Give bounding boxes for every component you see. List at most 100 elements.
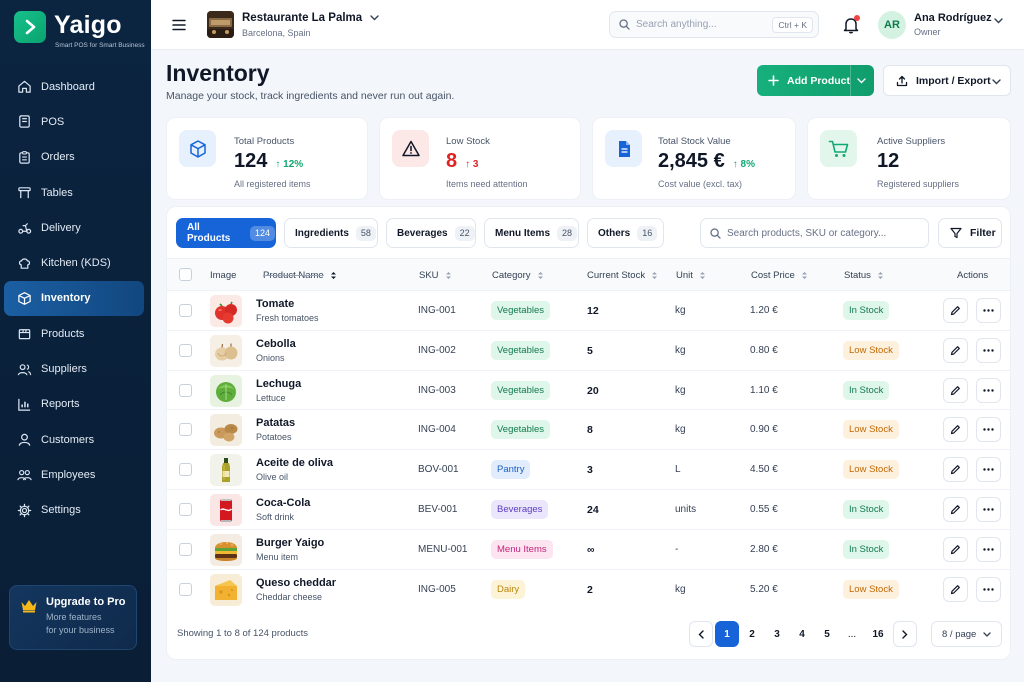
table-row[interactable]: Burger Yaigo Menu item MENU-001 Menu Ite… [167, 530, 1010, 570]
avatar[interactable]: AR [878, 11, 906, 39]
tab-others[interactable]: Others 16 [587, 218, 664, 248]
col-status[interactable]: Status [844, 270, 884, 281]
stat-note: Registered suppliers [877, 179, 960, 189]
tab-all-products[interactable]: All Products 124 [176, 218, 276, 248]
page-button-2[interactable]: 2 [740, 621, 764, 647]
page-subtitle: Manage your stock, track ingredients and… [166, 90, 455, 102]
page-button-4[interactable]: 4 [790, 621, 814, 647]
filter-button[interactable]: Filter [938, 218, 1002, 248]
select-all-checkbox[interactable] [179, 268, 192, 281]
table-row[interactable]: Tomate Fresh tomatoes ING-001 Vegetables… [167, 291, 1010, 331]
page-button-3[interactable]: 3 [765, 621, 789, 647]
edit-button[interactable] [943, 497, 968, 522]
more-button[interactable] [976, 298, 1001, 323]
edit-button[interactable] [943, 377, 968, 403]
edit-button[interactable] [943, 457, 968, 483]
add-product-label: Add Product [787, 74, 850, 87]
brand[interactable]: Yaigo Smart POS for Smart Business [14, 11, 145, 49]
col-cost-price[interactable]: Cost Price [751, 270, 808, 281]
more-button[interactable] [976, 536, 1001, 562]
restaurant-thumbnail [207, 11, 234, 38]
notification-dot [854, 15, 860, 21]
edit-button[interactable] [943, 576, 968, 602]
row-checkbox[interactable] [179, 542, 192, 556]
cost-price: 0.90 € [750, 424, 778, 436]
col-product-name[interactable]: Product Name [263, 270, 337, 281]
more-button[interactable] [976, 457, 1001, 483]
notifications-button[interactable] [840, 14, 862, 36]
home-icon [18, 80, 31, 93]
sidebar-item-kitchen[interactable]: Kitchen (KDS) [4, 245, 144, 280]
page-button-16[interactable]: 16 [866, 621, 890, 647]
tab-menu-items[interactable]: Menu Items 28 [484, 218, 579, 248]
sidebar-item-reports[interactable]: Reports [4, 387, 144, 422]
more-button[interactable] [976, 497, 1001, 522]
sidebar-item-tables[interactable]: Tables [4, 175, 144, 210]
more-button[interactable] [976, 337, 1001, 363]
edit-button[interactable] [943, 337, 968, 363]
add-product-button[interactable]: Add Product [757, 65, 874, 96]
current-stock: ∞ [587, 543, 595, 556]
page-button-5[interactable]: 5 [815, 621, 839, 647]
stat-value: 12 [877, 150, 899, 173]
chevron-down-icon[interactable] [994, 18, 1003, 24]
col-category[interactable]: Category [492, 270, 544, 281]
restaurant-selector[interactable]: Restaurante La Palma [242, 12, 379, 24]
sidebar-item-label: Kitchen (KDS) [41, 257, 111, 270]
global-search[interactable]: Ctrl + K [609, 11, 819, 38]
edit-button[interactable] [943, 417, 968, 443]
upgrade-card[interactable]: Upgrade to Pro More features for your bu… [9, 585, 137, 650]
chevron-down-icon[interactable] [857, 78, 866, 84]
sidebar-item-dashboard[interactable]: Dashboard [4, 69, 144, 104]
table-row[interactable]: Patatas Potatoes ING-004 Vegetables 8 kg… [167, 410, 1010, 451]
more-button[interactable] [976, 417, 1001, 443]
table-row[interactable]: Coca-Cola Soft drink BEV-001 Beverages 2… [167, 490, 1010, 530]
tab-ingredients[interactable]: Ingredients 58 [284, 218, 378, 248]
pagination-prev-button[interactable] [689, 621, 713, 647]
col-unit[interactable]: Unit [676, 270, 706, 281]
cost-price: 5.20 € [750, 583, 778, 595]
upgrade-title: Upgrade to Pro [46, 596, 126, 608]
sidebar-item-pos[interactable]: POS [4, 104, 144, 139]
global-search-input[interactable] [636, 19, 776, 30]
sidebar-item-employees[interactable]: Employees [4, 457, 144, 492]
menu-toggle-button[interactable] [165, 11, 193, 39]
col-current-stock[interactable]: Current Stock [587, 270, 658, 281]
col-sku[interactable]: SKU [419, 270, 452, 281]
table-row[interactable]: Queso cheddar Cheddar cheese ING-005 Dai… [167, 570, 1010, 610]
sidebar-item-label: Orders [41, 151, 75, 164]
table-row[interactable]: Cebolla Onions ING-002 Vegetables 5 kg 0… [167, 331, 1010, 371]
page-button-1[interactable]: 1 [715, 621, 739, 647]
import-export-label: Import / Export [916, 74, 991, 87]
table-search[interactable] [700, 218, 929, 248]
sidebar-item-orders[interactable]: Orders [4, 140, 144, 175]
tab-beverages[interactable]: Beverages 22 [386, 218, 476, 248]
stat-note: Items need attention [446, 179, 528, 189]
row-checkbox[interactable] [179, 463, 192, 477]
sidebar-item-settings[interactable]: Settings [4, 493, 144, 528]
sidebar-item-products[interactable]: Products [4, 316, 144, 351]
table-row[interactable]: Aceite de oliva Olive oil BOV-001 Pantry… [167, 450, 1010, 490]
pagination-next-button[interactable] [893, 621, 917, 647]
row-checkbox[interactable] [179, 423, 192, 437]
row-checkbox[interactable] [179, 343, 192, 357]
more-button[interactable] [976, 576, 1001, 602]
sidebar-item-customers[interactable]: Customers [4, 422, 144, 457]
row-checkbox[interactable] [179, 582, 192, 596]
table-row[interactable]: Lechuga Lettuce ING-003 Vegetables 20 kg… [167, 371, 1010, 411]
edit-button[interactable] [943, 298, 968, 323]
row-checkbox[interactable] [179, 304, 192, 317]
sidebar-item-inventory[interactable]: Inventory [4, 280, 144, 317]
row-checkbox[interactable] [179, 383, 192, 397]
more-button[interactable] [976, 377, 1001, 403]
import-export-button[interactable]: Import / Export [883, 65, 1011, 96]
warning-icon [392, 130, 429, 167]
row-checkbox[interactable] [179, 503, 192, 516]
sidebar-item-delivery[interactable]: Delivery [4, 210, 144, 245]
sidebar-item-suppliers[interactable]: Suppliers [4, 351, 144, 386]
user-name[interactable]: Ana Rodríguez [914, 12, 992, 24]
stat-label: Active Suppliers [877, 136, 946, 147]
table-search-input[interactable] [727, 227, 917, 239]
edit-button[interactable] [943, 536, 968, 562]
per-page-select[interactable]: 8 / page [931, 621, 1002, 647]
